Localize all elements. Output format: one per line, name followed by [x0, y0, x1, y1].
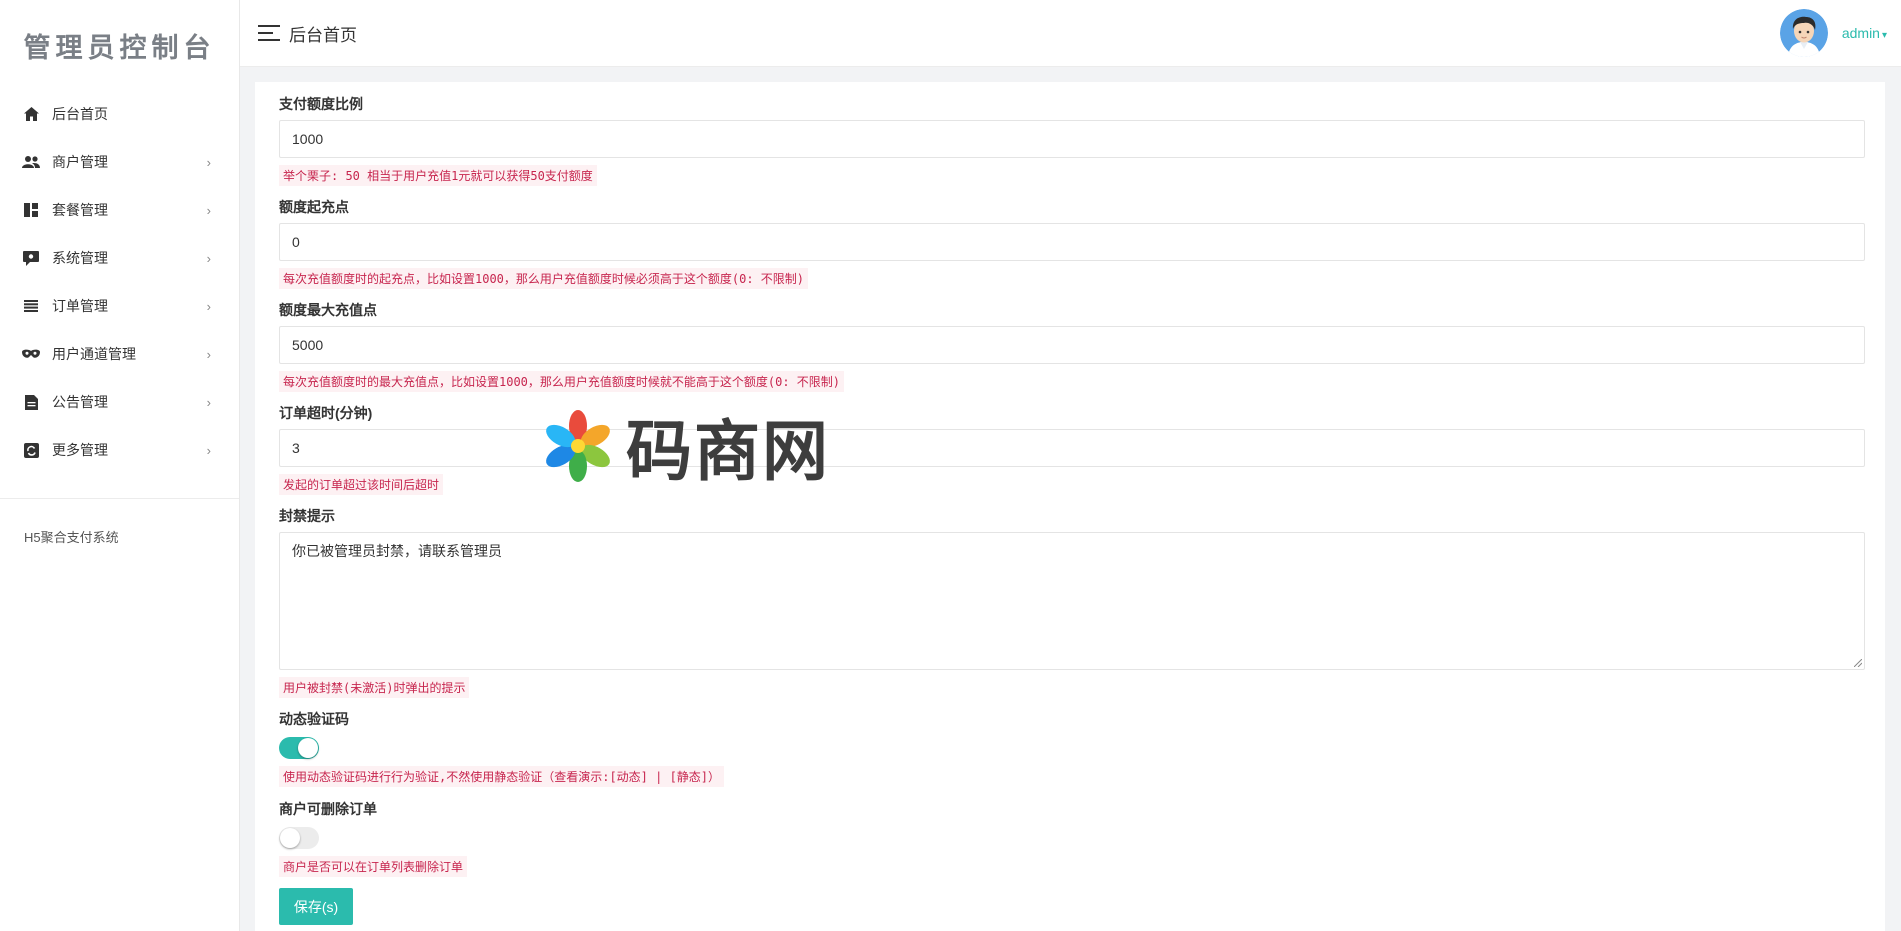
max-point-input[interactable]: 5000: [279, 326, 1865, 364]
form-group-ban-tip: 封禁提示 你已被管理员封禁，请联系管理员 用户被封禁(未激活)时弹出的提示: [279, 506, 1865, 698]
captcha-toggle[interactable]: [279, 737, 319, 759]
toggle-knob: [298, 738, 318, 758]
dashboard-icon: [22, 201, 40, 219]
field-label: 额度起充点: [279, 199, 349, 215]
sidebar-item-label: 公告管理: [52, 394, 108, 410]
form-group-ratio: 支付额度比例 1000 举个栗子: 50 相当于用户充值1元就可以获得50支付额…: [279, 94, 1865, 186]
field-hint: 发起的订单超过该时间后超时: [279, 474, 444, 495]
field-hint: 用户被封禁(未激活)时弹出的提示: [279, 677, 470, 698]
sidebar-item-label: 后台首页: [52, 106, 108, 122]
chevron-right-icon: ›: [206, 202, 211, 218]
input-value: 0: [292, 234, 300, 250]
sidebar-item-more[interactable]: 更多管理 ›: [0, 426, 239, 474]
chevron-right-icon: ›: [206, 346, 211, 362]
field-label: 封禁提示: [279, 508, 335, 524]
chevron-right-icon: ›: [206, 394, 211, 410]
resize-handle-icon[interactable]: [1854, 659, 1862, 667]
top-header: 后台首页 admin ▾: [240, 0, 1901, 67]
sidebar-item-label: 系统管理: [52, 250, 108, 266]
field-label: 支付额度比例: [279, 96, 363, 112]
field-label: 动态验证码: [279, 711, 349, 727]
avatar[interactable]: [1779, 9, 1828, 57]
field-label: 商户可删除订单: [279, 801, 377, 817]
document-icon: [22, 393, 40, 411]
sidebar-item-orders[interactable]: 订单管理 ›: [0, 282, 239, 330]
field-hint: 每次充值额度时的最大充值点，比如设置1000，那么用户充值额度时候就不能高于这个…: [279, 371, 845, 392]
sidebar-item-system[interactable]: 系统管理 ›: [0, 234, 239, 282]
home-icon: [22, 105, 40, 123]
input-value: 3: [292, 440, 300, 456]
form-group-min-point: 额度起充点 0 每次充值额度时的起充点，比如设置1000，那么用户充值额度时候必…: [279, 197, 1865, 289]
system-name: H5聚合支付系统: [24, 530, 119, 545]
field-hint: 使用动态验证码进行行为验证,不然使用静态验证（查看演示:[动态] | [静态]）: [279, 766, 725, 787]
chevron-right-icon: ›: [206, 154, 211, 170]
user-menu[interactable]: admin ▾: [1779, 9, 1887, 57]
chevron-right-icon: ›: [206, 250, 211, 266]
page-title: 后台首页: [289, 25, 357, 45]
sidebar-item-channels[interactable]: 用户通道管理 ›: [0, 330, 239, 378]
sidebar-item-notices[interactable]: 公告管理 ›: [0, 378, 239, 426]
form-group-captcha: 动态验证码 使用动态验证码进行行为验证,不然使用静态验证（查看演示:[动态] |…: [279, 709, 1865, 787]
caret-down-icon: ▾: [1881, 30, 1887, 41]
sidebar-item-label: 用户通道管理: [52, 346, 136, 362]
field-hint: 商户是否可以在订单列表删除订单: [279, 856, 468, 877]
ban-tip-textarea[interactable]: 你已被管理员封禁，请联系管理员: [279, 532, 1865, 670]
save-button[interactable]: 保存(s): [279, 888, 353, 925]
form-group-timeout: 订单超时(分钟) 3 发起的订单超过该时间后超时: [279, 403, 1865, 495]
list-icon: [22, 297, 40, 315]
field-hint: 举个栗子: 50 相当于用户充值1元就可以获得50支付额度: [279, 165, 597, 186]
toggle-knob: [280, 828, 300, 848]
sidebar-item-label: 商户管理: [52, 154, 108, 170]
settings-panel: 支付额度比例 1000 举个栗子: 50 相当于用户充值1元就可以获得50支付额…: [255, 82, 1885, 931]
menu-toggle-icon[interactable]: [258, 25, 280, 41]
mask-icon: [22, 345, 40, 363]
chevron-right-icon: ›: [206, 442, 211, 458]
min-point-input[interactable]: 0: [279, 223, 1865, 261]
field-label: 额度最大充值点: [279, 302, 377, 318]
sidebar-item-label: 套餐管理: [52, 202, 108, 218]
username: admin: [1841, 25, 1880, 41]
username-dropdown[interactable]: admin ▾: [1842, 25, 1887, 41]
input-value: 5000: [292, 337, 324, 353]
delete-order-toggle[interactable]: [279, 827, 319, 849]
chevron-right-icon: ›: [206, 298, 211, 314]
form-group-max-point: 额度最大充值点 5000 每次充值额度时的最大充值点，比如设置1000，那么用户…: [279, 300, 1865, 392]
brand-logo: 管理员控制台: [23, 32, 216, 64]
timeout-input[interactable]: 3: [279, 429, 1865, 467]
ratio-input[interactable]: 1000: [279, 120, 1865, 158]
sidebar-item-packages[interactable]: 套餐管理 ›: [0, 186, 239, 234]
sidebar-item-label: 更多管理: [52, 442, 108, 458]
sidebar: 管理员控制台 后台首页 商户管理 › 套餐管理 › 系统管理 › 订单管理 ›: [0, 0, 240, 931]
sidebar-item-merchants[interactable]: 商户管理 ›: [0, 138, 239, 186]
refresh-icon: [22, 441, 40, 459]
sidebar-item-home[interactable]: 后台首页: [0, 90, 239, 138]
input-value: 1000: [292, 131, 324, 147]
field-hint: 每次充值额度时的起充点，比如设置1000，那么用户充值额度时候必须高于这个额度(…: [279, 268, 809, 289]
field-label: 订单超时(分钟): [279, 405, 373, 421]
form-group-delete-order: 商户可删除订单 商户是否可以在订单列表删除订单: [279, 799, 1865, 877]
textarea-value: 你已被管理员封禁，请联系管理员: [292, 543, 502, 559]
settings-icon: [22, 249, 40, 267]
users-icon: [22, 153, 40, 171]
sidebar-item-label: 订单管理: [52, 298, 108, 314]
